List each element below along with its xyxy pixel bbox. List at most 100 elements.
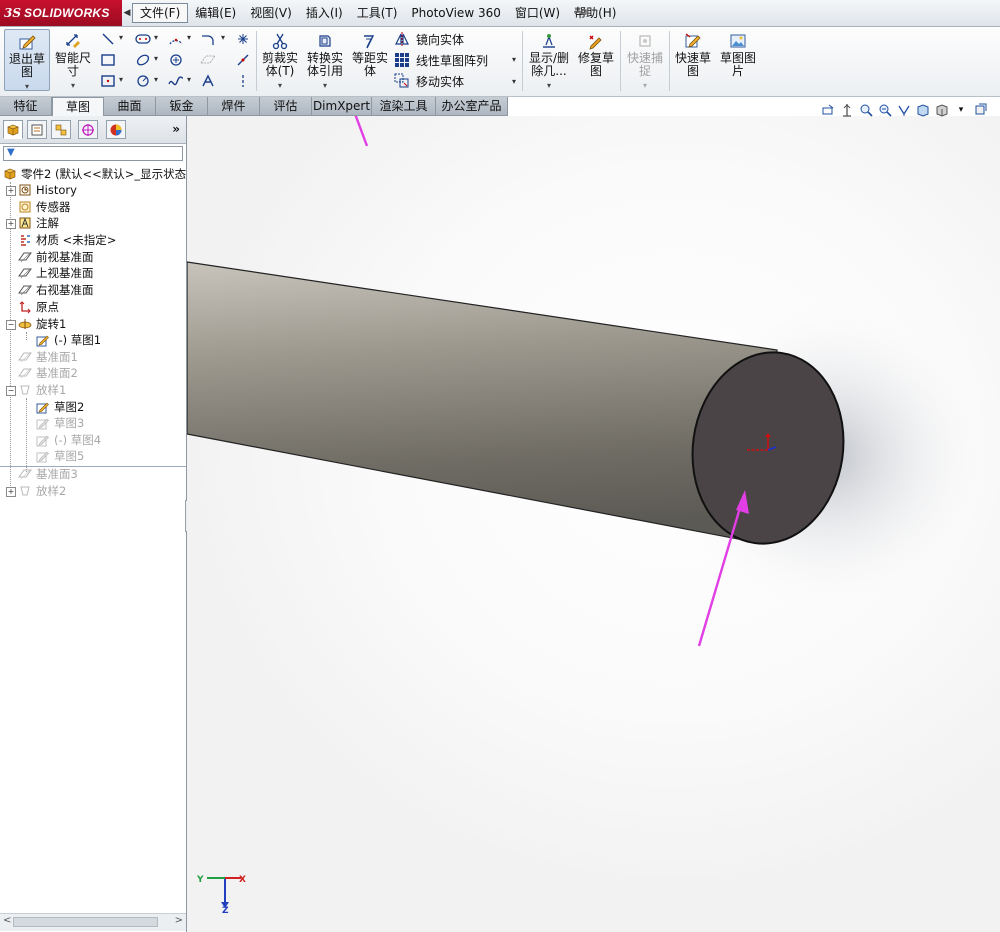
display-style-icon[interactable] xyxy=(934,102,950,118)
display-delete-relations-button[interactable]: 显示/删 除几... ▾ xyxy=(526,29,572,91)
spline-icon[interactable] xyxy=(168,73,184,89)
line-chevron-down-icon[interactable]: ▾ xyxy=(119,33,123,42)
chevron-down-icon[interactable]: ▾ xyxy=(52,79,94,92)
menu-expand-arrow-icon[interactable]: ◀ xyxy=(122,0,132,26)
tab-weldments[interactable]: 焊件 xyxy=(208,97,260,115)
centerline-icon[interactable] xyxy=(235,52,251,68)
tab-render-tools[interactable]: 渲染工具 xyxy=(372,97,436,115)
feature-tree-filter[interactable]: ▼ xyxy=(3,146,183,161)
tree-root-part[interactable]: 零件2 (默认<<默认>_显示状态 xyxy=(3,166,186,182)
scroll-right-icon[interactable]: > xyxy=(175,915,183,926)
tree-item-plane2[interactable]: 基准面2 xyxy=(18,365,78,381)
chevron-down-icon[interactable]: ▾ xyxy=(623,79,667,92)
tree-item-sketch2[interactable]: 草图2 xyxy=(36,399,84,415)
ellipse-icon[interactable] xyxy=(135,52,151,68)
smart-dimension-button[interactable]: 智能尺 寸 ▾ xyxy=(52,29,94,91)
tab-surfaces[interactable]: 曲面 xyxy=(104,97,156,115)
slot-chevron-down-icon[interactable]: ▾ xyxy=(154,33,158,42)
tree-item-sketch4[interactable]: (-) 草图4 xyxy=(36,432,101,448)
tree-item-annotations[interactable]: 注解 xyxy=(18,215,59,231)
tree-item-history[interactable]: History xyxy=(18,182,77,198)
polygon-icon[interactable] xyxy=(100,73,116,89)
expand-plus-icon[interactable]: + xyxy=(6,487,16,497)
scrollbar-thumb[interactable] xyxy=(13,917,158,927)
menu-insert[interactable]: 插入(I) xyxy=(299,3,350,23)
exit-sketch-button[interactable]: 退出草 图 ▾ xyxy=(4,29,50,91)
fillet-chevron-down-icon[interactable]: ▾ xyxy=(221,33,225,42)
tree-item-sketch5[interactable]: 草图5 xyxy=(36,448,84,464)
chevron-down-icon[interactable]: ▾ xyxy=(303,79,347,92)
tab-dimxpert[interactable]: DimXpert xyxy=(312,97,372,115)
property-manager-tab-icon[interactable] xyxy=(27,120,47,139)
tree-item-loft2[interactable]: 放样2 xyxy=(18,483,66,499)
menu-edit[interactable]: 编辑(E) xyxy=(188,3,243,23)
rectangle-icon[interactable] xyxy=(100,52,116,68)
tab-sketch[interactable]: 草图 xyxy=(52,97,104,116)
spline-chevron-down-icon[interactable]: ▾ xyxy=(187,75,191,84)
chevron-down-icon[interactable]: ▾ xyxy=(526,79,572,92)
expand-plus-icon[interactable]: + xyxy=(6,186,16,196)
arc-chevron-down-icon[interactable]: ▾ xyxy=(187,33,191,42)
perimeter-circle-icon[interactable] xyxy=(135,73,151,89)
tree-item-revolve1[interactable]: 旋转1 xyxy=(18,316,66,332)
slot-icon[interactable] xyxy=(135,31,151,47)
line-icon[interactable] xyxy=(100,31,116,47)
menu-file[interactable]: 文件(F) xyxy=(132,3,189,23)
text-icon[interactable] xyxy=(200,73,216,89)
menu-photoview[interactable]: PhotoView 360 xyxy=(404,3,507,23)
dimxpert-manager-tab-icon[interactable] xyxy=(78,120,98,139)
mirror-entities-button[interactable]: 镜向实体 xyxy=(394,30,464,48)
move-entities-button[interactable]: 移动实体 xyxy=(394,72,464,90)
view-orientation-icon[interactable] xyxy=(915,102,931,118)
rollback-bar[interactable] xyxy=(0,466,186,467)
tree-item-sensors[interactable]: 传感器 xyxy=(18,199,71,215)
chevron-down-icon[interactable]: ▾ xyxy=(258,79,302,92)
panel-horizontal-scrollbar[interactable]: < > xyxy=(0,913,186,931)
view-options-chevron-down-icon[interactable]: ▾ xyxy=(953,102,969,118)
tab-evaluate[interactable]: 评估 xyxy=(260,97,312,115)
tab-sheet-metal[interactable]: 钣金 xyxy=(156,97,208,115)
tab-office-products[interactable]: 办公室产品 xyxy=(436,97,508,115)
trim-entities-button[interactable]: 剪裁实 体(T) ▾ xyxy=(258,29,302,91)
quick-snaps-button[interactable]: 快速捕 捉 ▾ xyxy=(623,29,667,91)
repair-sketch-button[interactable]: 修复草 图 xyxy=(575,29,617,91)
tree-item-loft1[interactable]: 放样1 xyxy=(18,382,66,398)
pattern-chevron-down-icon[interactable]: ▾ xyxy=(512,55,516,64)
polygon-chevron-down-icon[interactable]: ▾ xyxy=(119,75,123,84)
tab-features[interactable]: 特征 xyxy=(0,97,52,115)
tree-item-origin[interactable]: 原点 xyxy=(18,299,59,315)
tree-item-material[interactable]: 材质 <未指定> xyxy=(18,232,116,248)
chevron-down-icon[interactable]: ▾ xyxy=(5,80,49,93)
tree-item-front-plane[interactable]: 前视基准面 xyxy=(18,249,94,265)
previous-view-icon[interactable] xyxy=(820,102,836,118)
solidworks-logo[interactable]: 3S SOLIDWORKS xyxy=(0,0,122,26)
zoom-to-area-icon[interactable] xyxy=(877,102,893,118)
previous-view-arrow-icon[interactable] xyxy=(896,102,912,118)
fillet-icon[interactable] xyxy=(200,31,216,47)
move-chevron-down-icon[interactable]: ▾ xyxy=(512,77,516,86)
collapse-minus-icon[interactable]: − xyxy=(6,320,16,330)
point-icon[interactable] xyxy=(235,31,251,47)
convert-entities-button[interactable]: 转换实 体引用 ▾ xyxy=(303,29,347,91)
tree-item-right-plane[interactable]: 右视基准面 xyxy=(18,282,94,298)
section-view-icon[interactable] xyxy=(839,102,855,118)
menu-view[interactable]: 视图(V) xyxy=(243,3,299,23)
tree-item-top-plane[interactable]: 上视基准面 xyxy=(18,265,94,281)
configuration-manager-tab-icon[interactable] xyxy=(51,120,71,139)
display-manager-tab-icon[interactable] xyxy=(106,120,126,139)
pin-menu-icon[interactable] xyxy=(570,6,590,20)
expand-plus-icon[interactable]: + xyxy=(6,219,16,229)
tree-item-sketch1[interactable]: (-) 草图1 xyxy=(36,332,101,348)
tree-item-plane1[interactable]: 基准面1 xyxy=(18,349,78,365)
cylinder-body[interactable] xyxy=(187,261,778,545)
rapid-sketch-button[interactable]: 快速草 图 xyxy=(672,29,714,91)
menu-tools[interactable]: 工具(T) xyxy=(350,3,405,23)
tree-item-plane3[interactable]: 基准面3 xyxy=(18,466,78,482)
hide-show-items-icon[interactable] xyxy=(972,102,988,118)
menu-window[interactable]: 窗口(W) xyxy=(508,3,567,23)
construction-line-icon[interactable] xyxy=(235,73,251,89)
linear-pattern-button[interactable]: 线性草图阵列 xyxy=(394,51,488,69)
arc-icon[interactable] xyxy=(168,31,184,47)
expand-panel-icon[interactable]: » xyxy=(172,122,180,136)
feature-manager-tab-icon[interactable] xyxy=(3,120,23,139)
